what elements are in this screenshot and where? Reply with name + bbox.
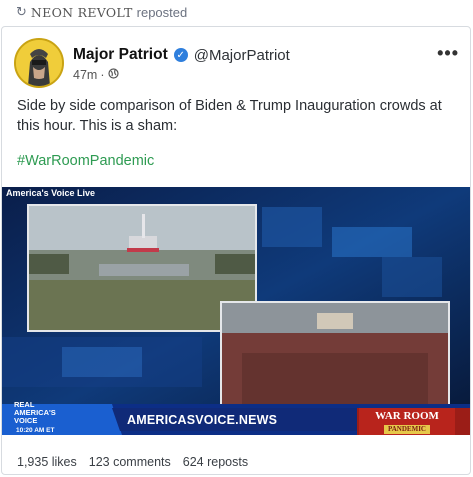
war-room-logo: WAR ROOM PANDEMIC (359, 408, 455, 435)
verified-badge-icon: ✓ (173, 48, 188, 62)
avatar-image (16, 40, 62, 86)
post-video[interactable]: America's Voice Live REAL AMERICA'S VOIC… (2, 187, 470, 435)
reposts-count[interactable]: 624 reposts (183, 455, 248, 469)
avatar[interactable] (14, 38, 64, 88)
reposter-name[interactable]: NEON REVOLT (31, 5, 133, 20)
repost-header: ↻ NEON REVOLT reposted (0, 0, 473, 24)
brand-url: AMERICASVOICE.NEWS (127, 413, 278, 427)
broadcast-time: 10:20 AM ET (16, 427, 55, 434)
post-meta: 47m · (73, 68, 119, 82)
engagement-stats: 1,935 likes 123 comments 624 reposts (17, 455, 260, 469)
post-text: Side by side comparison of Biden & Trump… (17, 98, 442, 134)
comments-count[interactable]: 123 comments (89, 455, 171, 469)
trump-crowd-photo (220, 301, 450, 407)
repost-icon: ↻ (16, 4, 27, 19)
author-row: Major Patriot ✓ @MajorPatriot (73, 45, 290, 65)
repost-label: reposted (136, 4, 188, 20)
likes-count[interactable]: 1,935 likes (17, 455, 77, 469)
meta-separator: · (100, 68, 105, 82)
author-name[interactable]: Major Patriot (73, 46, 168, 64)
author-handle[interactable]: @MajorPatriot (194, 47, 290, 64)
hashtag-link[interactable]: #WarRoomPandemic (17, 153, 154, 169)
video-caption: America's Voice Live (6, 188, 96, 198)
post-timestamp[interactable]: 47m (73, 68, 97, 82)
more-options-icon[interactable]: ••• (437, 44, 459, 62)
globe-icon (107, 68, 119, 82)
